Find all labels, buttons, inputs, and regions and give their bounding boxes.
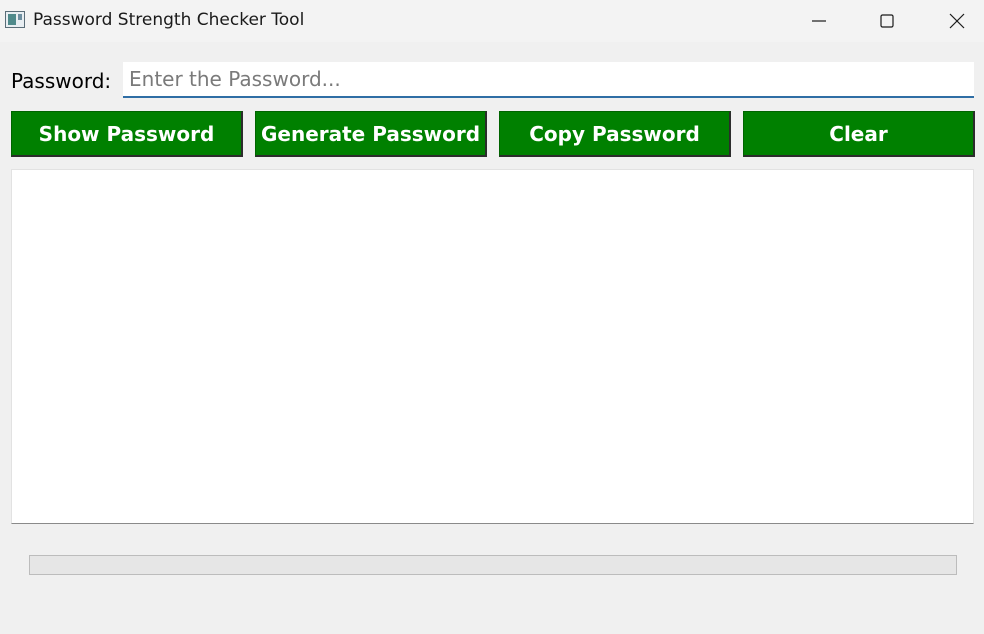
close-icon xyxy=(949,13,965,29)
password-input[interactable] xyxy=(123,62,974,98)
maximize-button[interactable] xyxy=(864,0,910,42)
app-icon xyxy=(5,11,25,28)
minimize-icon xyxy=(812,20,826,22)
title-bar[interactable]: Password Strength Checker Tool xyxy=(0,0,984,42)
strength-output-area[interactable] xyxy=(11,169,974,524)
window-title: Password Strength Checker Tool xyxy=(33,10,305,30)
show-password-button[interactable]: Show Password xyxy=(11,111,243,157)
generate-password-button[interactable]: Generate Password xyxy=(255,111,487,157)
minimize-button[interactable] xyxy=(796,0,842,42)
close-button[interactable] xyxy=(934,0,980,42)
clear-button[interactable]: Clear xyxy=(743,111,975,157)
app-window: Password Strength Checker Tool Password:… xyxy=(0,0,984,634)
password-label: Password: xyxy=(11,69,112,93)
maximize-icon xyxy=(880,14,894,28)
strength-progress-bar xyxy=(29,555,957,575)
copy-password-button[interactable]: Copy Password xyxy=(499,111,731,157)
